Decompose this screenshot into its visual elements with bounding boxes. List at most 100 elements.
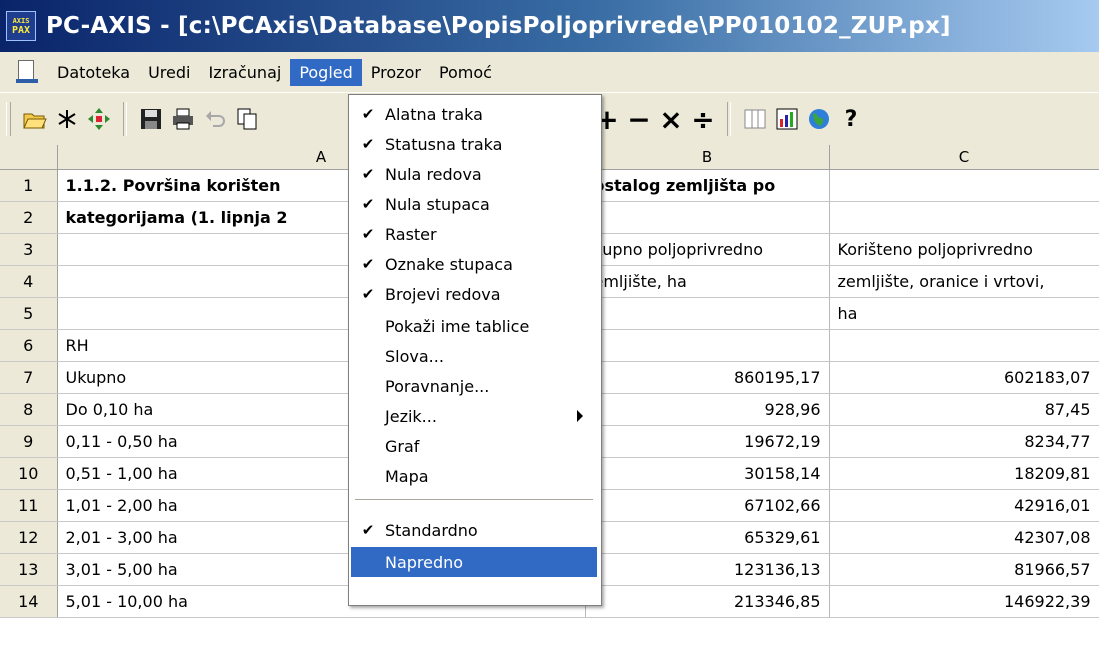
cell-b[interactable]: 19672,19 [585,425,830,458]
columns-icon[interactable] [739,102,771,136]
menu-item-raster[interactable]: ✔ Raster [351,219,597,249]
cell-b[interactable] [585,201,830,234]
menu-item-label: Oznake stupaca [385,254,513,274]
menu-prozor[interactable]: Prozor [362,59,430,86]
cell-b[interactable] [585,329,830,362]
window-title: PC-AXIS - [c:\PCAxis\Database\PopisPoljo… [46,13,951,39]
menu-item-brojevi-redova[interactable]: ✔ Brojevi redova [351,279,597,309]
cell-c[interactable]: 42307,08 [829,521,1099,554]
checkmark-icon: ✔ [361,135,375,153]
cell-b[interactable]: 928,96 [585,393,830,426]
toolbar-grip[interactable] [6,102,11,136]
corner-cell[interactable] [0,145,58,170]
row-number-cell[interactable]: 11 [0,489,58,522]
globe-map-icon[interactable] [803,102,835,136]
menu-pomoc[interactable]: Pomoć [430,59,501,86]
cell-c[interactable]: 8234,77 [829,425,1099,458]
row-number-cell[interactable]: 5 [0,297,58,330]
cell-c[interactable]: zemljište, oranice i vrtovi, [829,265,1099,298]
print-icon[interactable] [167,102,199,136]
cell-c[interactable] [829,169,1099,202]
menu-item-label: Mapa [385,466,429,486]
menu-item-label: Nula redova [385,164,482,184]
checkmark-icon: ✔ [361,225,375,243]
menu-item-poravnanje[interactable]: Poravnanje... [351,371,597,401]
app-icon-text-bottom: PAX [11,25,31,36]
menu-item-oznake-stupaca[interactable]: ✔ Oznake stupaca [351,249,597,279]
row-number-cell[interactable]: 7 [0,361,58,394]
document-window-icon[interactable] [16,60,38,84]
checkmark-icon: ✔ [361,521,375,539]
asterisk-icon[interactable] [51,102,83,136]
cell-b[interactable]: 860195,17 [585,361,830,394]
cell-c[interactable] [829,329,1099,362]
menu-item-nula-stupaca[interactable]: ✔ Nula stupaca [351,189,597,219]
cell-b[interactable]: 30158,14 [585,457,830,490]
cell-c[interactable]: Korišteno poljoprivredno [829,233,1099,266]
cell-c[interactable]: 81966,57 [829,553,1099,586]
row-number-cell[interactable]: 12 [0,521,58,554]
menu-item-graf[interactable]: Graf [351,431,597,461]
copy-icon[interactable] [231,102,263,136]
cell-b[interactable]: ostalog zemljišta po [585,169,830,202]
row-number-cell[interactable]: 4 [0,265,58,298]
menu-item-jezik[interactable]: Jezik... [351,401,597,431]
pivot-arrows-icon[interactable] [83,102,115,136]
menu-item-label: Raster [385,224,437,244]
column-header-c[interactable]: C [829,145,1099,170]
cell-c[interactable]: ha [829,297,1099,330]
cell-c[interactable] [829,201,1099,234]
row-number-cell[interactable]: 6 [0,329,58,362]
menu-datoteka[interactable]: Datoteka [48,59,139,86]
cell-c[interactable]: 42916,01 [829,489,1099,522]
help-icon[interactable]: ? [835,102,867,136]
menu-item-mapa[interactable]: Mapa [351,461,597,491]
column-header-b[interactable]: B [585,145,830,170]
menu-izracunaj[interactable]: Izračunaj [199,59,290,86]
menu-item-nula-redova[interactable]: ✔ Nula redova [351,159,597,189]
save-disk-icon[interactable] [135,102,167,136]
menu-uredi[interactable]: Uredi [139,59,199,86]
row-number-cell[interactable]: 9 [0,425,58,458]
cell-c[interactable]: 18209,81 [829,457,1099,490]
open-folder-icon[interactable] [19,102,51,136]
row-number-cell[interactable]: 13 [0,553,58,586]
divide-icon[interactable]: ÷ [687,102,719,136]
cell-c[interactable]: 87,45 [829,393,1099,426]
menu-item-slova[interactable]: Slova... [351,341,597,371]
menu-pogled[interactable]: Pogled [290,58,362,86]
menu-bar: Datoteka Uredi Izračunaj Pogled Prozor P… [0,52,1099,92]
cell-b[interactable]: 213346,85 [585,585,830,618]
toolbar-separator [727,102,731,136]
cell-b[interactable]: kupno poljoprivredno [585,233,830,266]
cell-b[interactable]: 67102,66 [585,489,830,522]
menu-item-napredno[interactable]: Napredno [351,547,597,577]
cell-c[interactable]: 146922,39 [829,585,1099,618]
cell-b[interactable] [585,297,830,330]
menu-item-statusna-traka[interactable]: ✔ Statusna traka [351,129,597,159]
cell-b[interactable]: emljište, ha [585,265,830,298]
menu-separator [355,499,593,501]
pc-axis-app-icon[interactable]: AXIS PAX [6,11,36,41]
minus-icon[interactable]: − [623,102,655,136]
cell-c[interactable]: 602183,07 [829,361,1099,394]
row-number-cell[interactable]: 1 [0,169,58,202]
multiply-icon[interactable]: × [655,102,687,136]
row-number-cell[interactable]: 10 [0,457,58,490]
row-number-cell[interactable]: 8 [0,393,58,426]
menu-item-alatna-traka[interactable]: ✔ Alatna traka [351,99,597,129]
undo-icon[interactable] [199,102,231,136]
row-number-cell[interactable]: 3 [0,233,58,266]
menu-item-label: Poravnanje... [385,376,490,396]
menu-item-label: Standardno [385,520,478,540]
checkmark-icon: ✔ [361,195,375,213]
menu-item-pokaži-ime-tablice[interactable]: Pokaži ime tablice [351,311,597,341]
row-number-cell[interactable]: 14 [0,585,58,618]
cell-b[interactable]: 123136,13 [585,553,830,586]
chart-icon[interactable] [771,102,803,136]
submenu-arrow-icon [577,410,583,422]
row-number-cell[interactable]: 2 [0,201,58,234]
menu-item-standardno[interactable]: ✔ Standardno [351,515,597,545]
menu-item-label: Graf [385,436,420,456]
cell-b[interactable]: 65329,61 [585,521,830,554]
